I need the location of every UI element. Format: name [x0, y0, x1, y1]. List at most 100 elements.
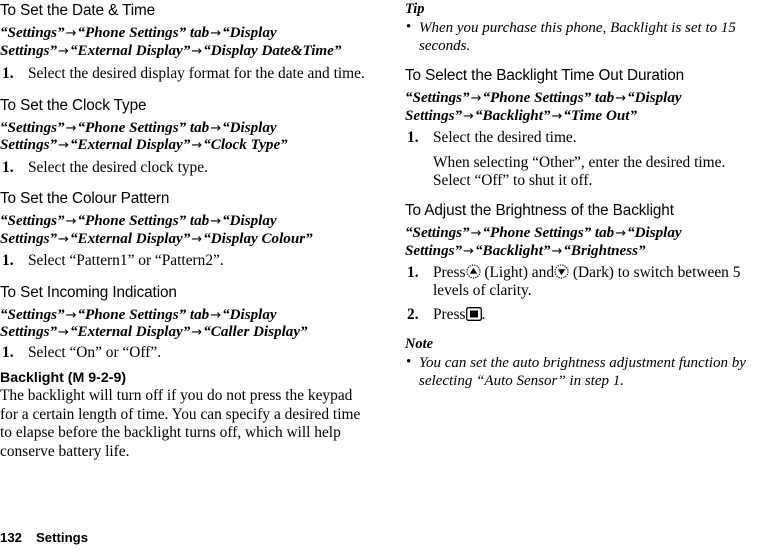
nav-path-display-colour: “Settings”→“Phone Settings” tab→“Display… — [0, 213, 372, 248]
note-item: • You can set the auto brightness adjustm… — [405, 354, 764, 390]
arrow-icon: → — [191, 325, 203, 341]
nav-path-caller-display: “Settings”→“Phone Settings” tab→“Display… — [0, 307, 372, 342]
nav-step: “Backlight” — [474, 243, 551, 259]
arrow-icon: → — [470, 226, 482, 242]
nav-path-display-date-time: “Settings”→“Phone Settings” tab→“Display… — [0, 25, 372, 60]
nav-path-brightness: “Settings”→“Phone Settings” tab→“Display… — [405, 225, 764, 260]
arrow-icon: → — [463, 108, 474, 124]
nav-step: “Display Date&Time” — [203, 42, 342, 59]
step-item: 1. Select “Pattern1” or “Pattern2”. — [0, 252, 372, 270]
nav-step: “Settings” — [405, 225, 470, 242]
arrow-icon: → — [551, 244, 563, 259]
nav-step: “Brightness” — [563, 243, 646, 259]
step-text: Select “Pattern1” or “Pattern2”. — [28, 252, 224, 270]
center-select-key-icon — [465, 307, 482, 322]
arrow-icon: → — [191, 43, 203, 59]
navigation-up-key-icon — [465, 263, 481, 279]
nav-step: “Phone Settings” tab — [77, 25, 210, 41]
nav-step: “Phone Settings” tab — [482, 225, 615, 242]
step-text: Select the desired clock type. — [28, 158, 208, 176]
arrow-icon: → — [463, 244, 474, 259]
heading-adjust-brightness: To Adjust the Brightness of the Backligh… — [405, 202, 674, 220]
nav-step: “Phone Settings” tab — [77, 213, 210, 230]
heading-set-colour-pattern: To Set the Colour Pattern — [0, 190, 170, 208]
nav-path-time-out: “Settings”→“Phone Settings” tab→“Display… — [405, 90, 764, 125]
step-text: Select “On” or “Off”. — [28, 343, 162, 361]
nav-step: “External Display” — [69, 137, 191, 154]
arrow-icon: → — [470, 91, 482, 106]
nav-step: “Settings” — [0, 119, 65, 136]
bullet-icon: • — [406, 353, 412, 370]
heading-backlight: Backlight (M 9-2-9) — [0, 370, 127, 387]
backlight-description: The backlight will turn off if you do no… — [0, 387, 361, 460]
nav-step: “Settings” — [0, 213, 65, 230]
arrow-icon: → — [615, 226, 627, 242]
nav-step: “Caller Display” — [203, 324, 308, 341]
nav-step: “Phone Settings” tab — [482, 90, 615, 106]
bullet-icon: • — [406, 19, 412, 35]
right-column: Tip • When you purchase this phone, Backl… — [405, 0, 764, 390]
arrow-icon: → — [58, 138, 69, 154]
step-number: 1. — [407, 263, 419, 281]
arrow-icon: → — [65, 120, 77, 136]
page-footer: 132 Settings — [0, 530, 88, 546]
nav-step: “Backlight” — [474, 107, 551, 124]
arrow-icon: → — [58, 43, 69, 59]
step-note: When selecting “Other”, enter the desire… — [433, 153, 726, 189]
arrow-icon: → — [191, 138, 203, 154]
nav-step: “Settings” — [0, 25, 65, 41]
navigation-down-key-icon — [554, 263, 569, 279]
note-label: Note — [405, 335, 433, 352]
nav-step: “Settings” — [0, 306, 65, 323]
arrow-icon: → — [65, 214, 77, 230]
nav-step: “Clock Type” — [203, 137, 288, 154]
step-number: 1. — [2, 343, 14, 361]
step-number: 1. — [2, 252, 14, 270]
step-text: Select the desired time. — [433, 129, 577, 147]
nav-step: “Time Out” — [563, 107, 637, 124]
nav-step: “Settings” — [405, 90, 470, 106]
arrow-icon: → — [210, 214, 222, 230]
arrow-icon: → — [210, 120, 222, 136]
arrow-icon: → — [65, 26, 77, 41]
step-text-prefix: Press — [433, 306, 466, 324]
heading-set-incoming-indication: To Set Incoming Indication — [0, 283, 177, 301]
nav-path-clock-type: “Settings”→“Phone Settings” tab→“Display… — [0, 120, 372, 155]
step-number: 1. — [407, 129, 419, 147]
left-column: To Set the Date & Time “Settings”→“Phone… — [0, 0, 372, 461]
step-item: 1. Press (Light) and (Dark) to switch bet… — [405, 264, 764, 301]
step-number: 1. — [2, 158, 14, 176]
arrow-icon: → — [191, 231, 203, 247]
step-text-suffix: . — [481, 306, 486, 324]
tip-text: When you purchase this phone, Backlight … — [419, 20, 736, 54]
nav-step: “External Display” — [69, 230, 191, 247]
tip-item: • When you purchase this phone, Backlight… — [405, 19, 764, 55]
heading-set-clock-type: To Set the Clock Type — [0, 96, 147, 114]
heading-backlight-time-out: To Select the Backlight Time Out Duratio… — [405, 67, 685, 84]
nav-step: “Phone Settings” tab — [77, 306, 210, 323]
tip-label: Tip — [405, 1, 425, 17]
step-item: 1. Select the desired clock type. — [0, 159, 372, 177]
footer-section-title: Settings — [36, 530, 89, 545]
arrow-icon: → — [615, 91, 627, 106]
arrow-icon: → — [210, 26, 222, 41]
arrow-icon: → — [58, 325, 69, 341]
note-text: You can set the auto brightness adjustme… — [419, 354, 746, 389]
heading-set-date-time: To Set the Date & Time — [0, 2, 156, 19]
arrow-icon: → — [58, 231, 69, 247]
footer-page-number: 132 — [0, 530, 23, 545]
manual-page: To Set the Date & Time “Settings”→“Phone… — [0, 0, 764, 551]
nav-step: “External Display” — [69, 324, 191, 341]
arrow-icon: → — [65, 307, 77, 323]
step-text-prefix: Press — [433, 263, 466, 281]
step-item: 1. Select the desired display format for … — [0, 65, 372, 83]
arrow-icon: → — [210, 307, 222, 323]
step-number: 2. — [407, 306, 419, 324]
step-item: 1. Select the desired time. — [405, 129, 764, 147]
step-text-light-label: (Light) and — [484, 263, 555, 281]
step-item: 1. Select “On” or “Off”. — [0, 344, 372, 362]
nav-step: “Display Colour” — [203, 230, 313, 247]
step-text: Select the desired display format for th… — [28, 65, 365, 83]
step-number: 1. — [2, 65, 14, 83]
nav-step: “Phone Settings” tab — [77, 119, 210, 136]
